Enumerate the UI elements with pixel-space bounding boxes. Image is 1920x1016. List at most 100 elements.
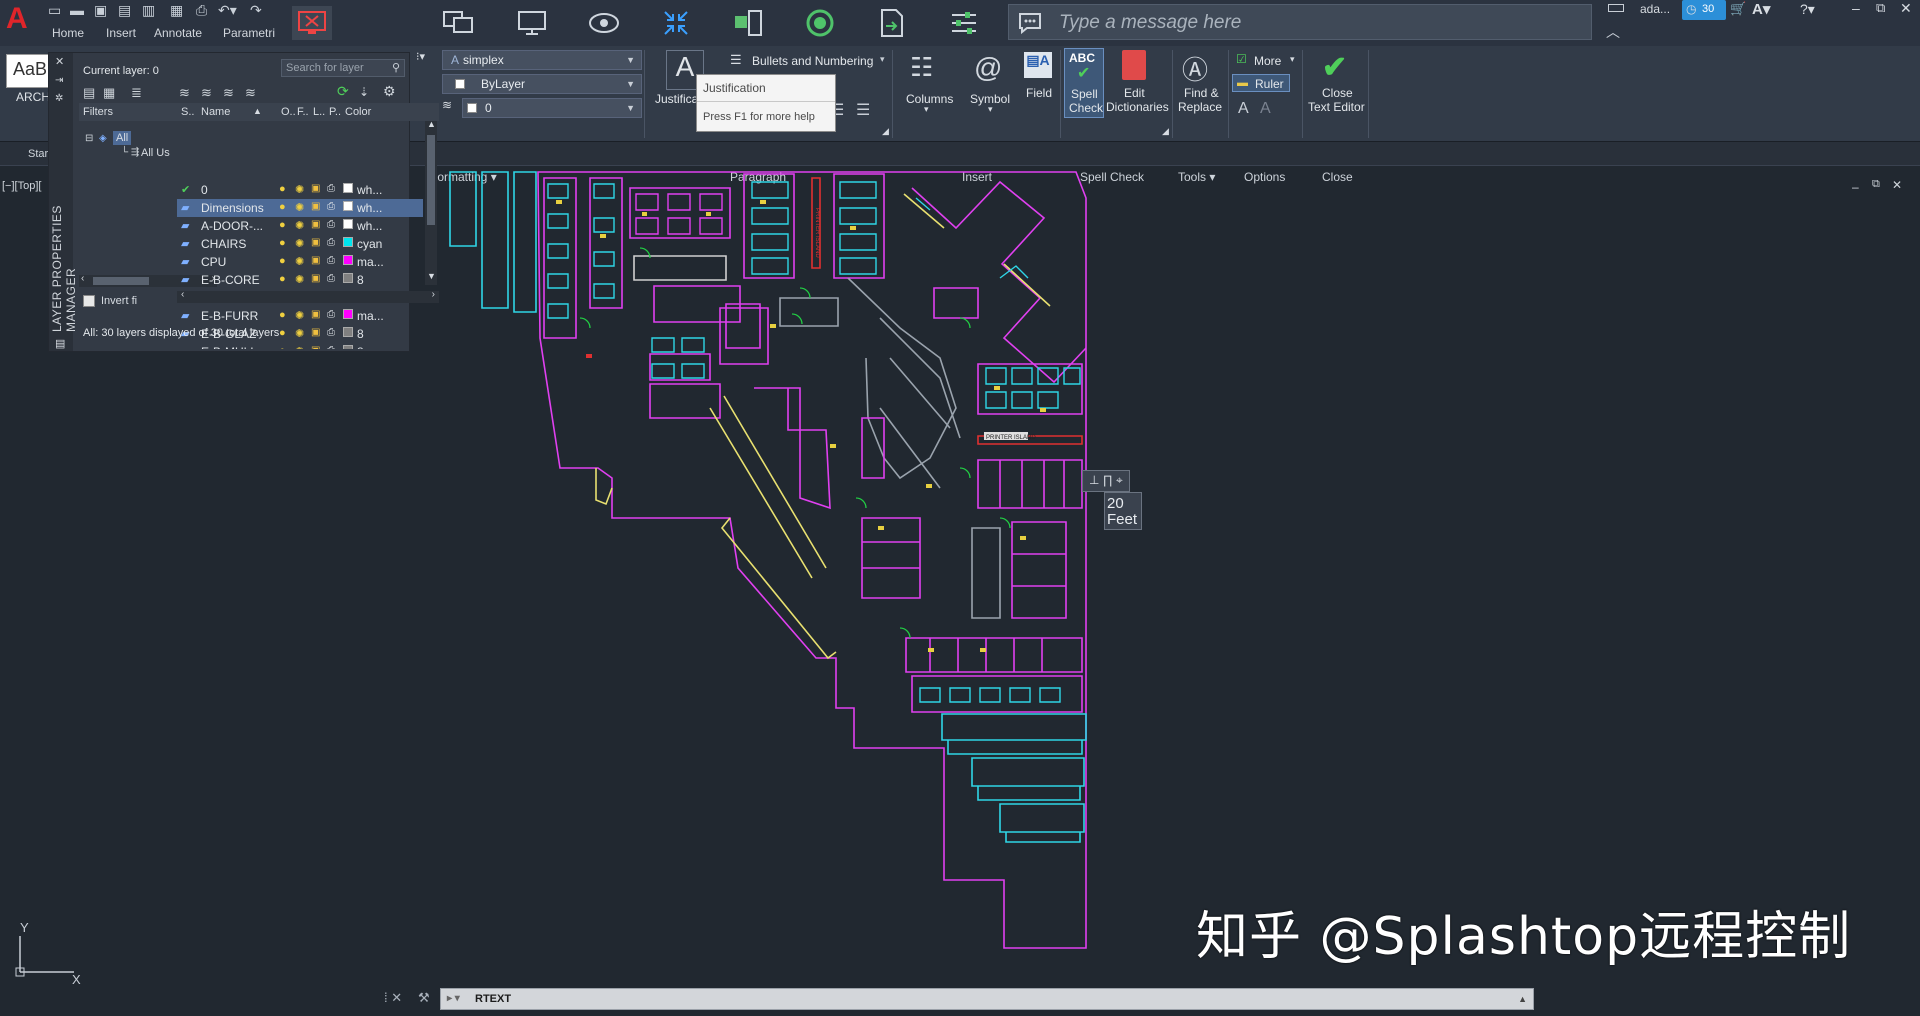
close-text-editor-button[interactable]: Text Editor (1308, 100, 1365, 114)
oblique-combo[interactable]: 0 ▼ (462, 98, 642, 118)
lock-icon[interactable]: ▣ (311, 345, 320, 349)
invert-filter-checkbox[interactable] (83, 295, 95, 307)
lock-icon[interactable]: ▣ (311, 237, 320, 248)
symbol-dropdown-icon[interactable]: ▾ (988, 104, 993, 115)
redo-icon[interactable]: ↷ (250, 2, 262, 18)
layer-color-swatch[interactable] (343, 273, 353, 283)
layer-row[interactable]: ✔ 0 ● ✺ ▣ ⎙ wh... (177, 181, 423, 199)
sun-icon[interactable]: ✺ (295, 219, 304, 232)
app-logo[interactable]: A (6, 2, 28, 36)
redo-text-icon[interactable]: A (1260, 100, 1271, 118)
plot-icon[interactable]: ⎙ (327, 201, 335, 212)
save-as-icon[interactable]: ▤ (118, 2, 131, 18)
fit-screen-icon[interactable] (656, 6, 696, 40)
field-button[interactable]: Field (1026, 86, 1052, 100)
tab-annotate[interactable]: Annotate (154, 26, 202, 40)
layer-color-swatch[interactable] (343, 255, 353, 265)
new-layer-icon[interactable]: ≋ (179, 85, 190, 101)
lock-icon[interactable]: ▣ (311, 219, 320, 230)
lightbulb-icon[interactable]: ● (279, 237, 286, 249)
viewport-minimize-icon[interactable]: – (1852, 180, 1859, 194)
plot-icon[interactable]: ⎙ (327, 219, 335, 230)
user-account[interactable]: ada... (1640, 2, 1670, 16)
bullets-dropdown-icon[interactable]: ▾ (880, 54, 885, 65)
sun-icon[interactable]: ✺ (295, 255, 304, 268)
more-dropdown-icon[interactable]: ▾ (1290, 54, 1295, 65)
color-combo[interactable]: ByLayer ▼ (442, 74, 642, 94)
lock-icon[interactable]: ▣ (311, 309, 320, 320)
layer-row[interactable]: ▰ E-B-FURR ● ✺ ▣ ⎙ ma... (177, 307, 423, 325)
sun-icon[interactable]: ✺ (295, 273, 304, 286)
plot-icon[interactable]: ⎙ (327, 327, 335, 338)
collapse-toolbar-icon[interactable]: ︿ (1606, 22, 1620, 42)
columns-dropdown-icon[interactable]: ▾ (924, 104, 929, 115)
layer-row[interactable]: ▰ Dimensions ● ✺ ▣ ⎙ wh... (177, 199, 423, 217)
layer-color-swatch[interactable] (343, 327, 353, 337)
panel-pin-icon[interactable]: ⇥ (55, 75, 63, 86)
tree-all-used-filter[interactable]: All Us (141, 147, 170, 159)
justification-button[interactable]: Justifica (655, 92, 698, 106)
layer-row[interactable]: ▰ CPU ● ✺ ▣ ⎙ ma... (177, 253, 423, 271)
print-icon[interactable]: ⎙ (196, 2, 207, 18)
layer-translate-icon[interactable]: ⇣ (359, 85, 369, 99)
ruler-toggle[interactable]: ▬ Ruler (1232, 74, 1290, 92)
columns-button[interactable]: Columns (906, 92, 953, 106)
tab-insert[interactable]: Insert (106, 26, 136, 40)
command-history-icon[interactable]: ▸ ▾ (447, 989, 460, 1009)
undo-text-icon[interactable]: A (1238, 100, 1249, 118)
lightbulb-icon[interactable]: ● (279, 219, 286, 231)
start-tab[interactable]: Star (28, 148, 48, 160)
text-style-preview[interactable]: AaB (6, 54, 52, 88)
layer-color-swatch[interactable] (343, 237, 353, 247)
align-icon[interactable]: ☰ (856, 100, 870, 120)
panel-settings-icon[interactable]: ✲ (55, 93, 63, 104)
edit-dictionaries-button[interactable]: Dictionaries (1106, 100, 1169, 114)
lock-icon[interactable]: ▣ (311, 183, 320, 194)
disconnect-icon[interactable] (292, 6, 332, 40)
lock-icon[interactable]: ▣ (311, 201, 320, 212)
settings-list-icon[interactable] (944, 6, 984, 40)
sun-icon[interactable]: ✺ (295, 327, 304, 340)
layer-row[interactable]: ▰ E-B-CORE ● ✺ ▣ ⎙ 8 (177, 271, 423, 289)
open-icon[interactable]: ▬ (70, 2, 84, 18)
undo-icon[interactable]: ↶▾ (218, 2, 237, 18)
window-minimize-icon[interactable]: – (1852, 0, 1860, 16)
format-menu-icon[interactable]: ⁝▾ (416, 50, 425, 63)
lock-icon[interactable]: ▣ (311, 327, 320, 338)
lock-icon[interactable]: ▣ (311, 255, 320, 266)
paragraph-launcher-icon[interactable]: ◢ (882, 126, 889, 137)
sun-icon[interactable]: ✺ (295, 201, 304, 214)
plot-icon[interactable]: ⎙ (327, 345, 335, 349)
save-icon[interactable]: ▣ (94, 2, 107, 18)
panel-close-icon[interactable]: ✕ (55, 55, 64, 68)
layer-settings-icon[interactable]: ⚙ (383, 83, 396, 100)
view-only-icon[interactable] (584, 6, 624, 40)
window-close-icon[interactable]: ✕ (1900, 0, 1912, 17)
new-layer-frozen-icon[interactable]: ≋ (201, 85, 212, 101)
lightbulb-icon[interactable]: ● (279, 273, 286, 285)
layer-color-swatch[interactable] (343, 309, 353, 319)
chat-placeholder[interactable]: Type a message here (1059, 12, 1241, 34)
window-restore-icon[interactable]: ⧉ (1876, 0, 1885, 16)
new-group-filter-icon[interactable]: ▦ (103, 85, 115, 101)
autodesk-a360-icon[interactable]: A▾ (1752, 0, 1770, 18)
plot-icon[interactable]: ⎙ (327, 237, 335, 248)
plot-icon[interactable]: ⎙ (327, 309, 335, 320)
sun-icon[interactable]: ✺ (295, 309, 304, 322)
command-grip-icon[interactable]: ⁞ ✕ (384, 990, 402, 1006)
viewport-close-icon[interactable]: ✕ (1892, 178, 1902, 192)
delete-layer-icon[interactable]: ≋ (223, 85, 234, 101)
viewport-restore-icon[interactable]: ⧉ (1872, 178, 1880, 191)
new-icon[interactable]: ▭ (48, 2, 61, 18)
command-expand-icon[interactable]: ▲ (1518, 989, 1527, 1009)
lock-icon[interactable]: ▣ (311, 273, 320, 284)
lightbulb-icon[interactable]: ● (279, 183, 286, 195)
layer-list-hscroll[interactable]: ‹ › (177, 289, 439, 303)
command-line-input[interactable]: ▸ ▾ RTEXT ▲ (440, 988, 1534, 1010)
plot-icon[interactable]: ⎙ (327, 183, 335, 194)
customize-icon[interactable]: ⚒ (418, 990, 430, 1006)
cart-icon[interactable]: 🛒 (1730, 1, 1746, 17)
plot-icon[interactable]: ⎙ (327, 273, 335, 284)
more-button[interactable]: More (1254, 54, 1281, 68)
plot-icon[interactable]: ⎙ (327, 255, 335, 266)
